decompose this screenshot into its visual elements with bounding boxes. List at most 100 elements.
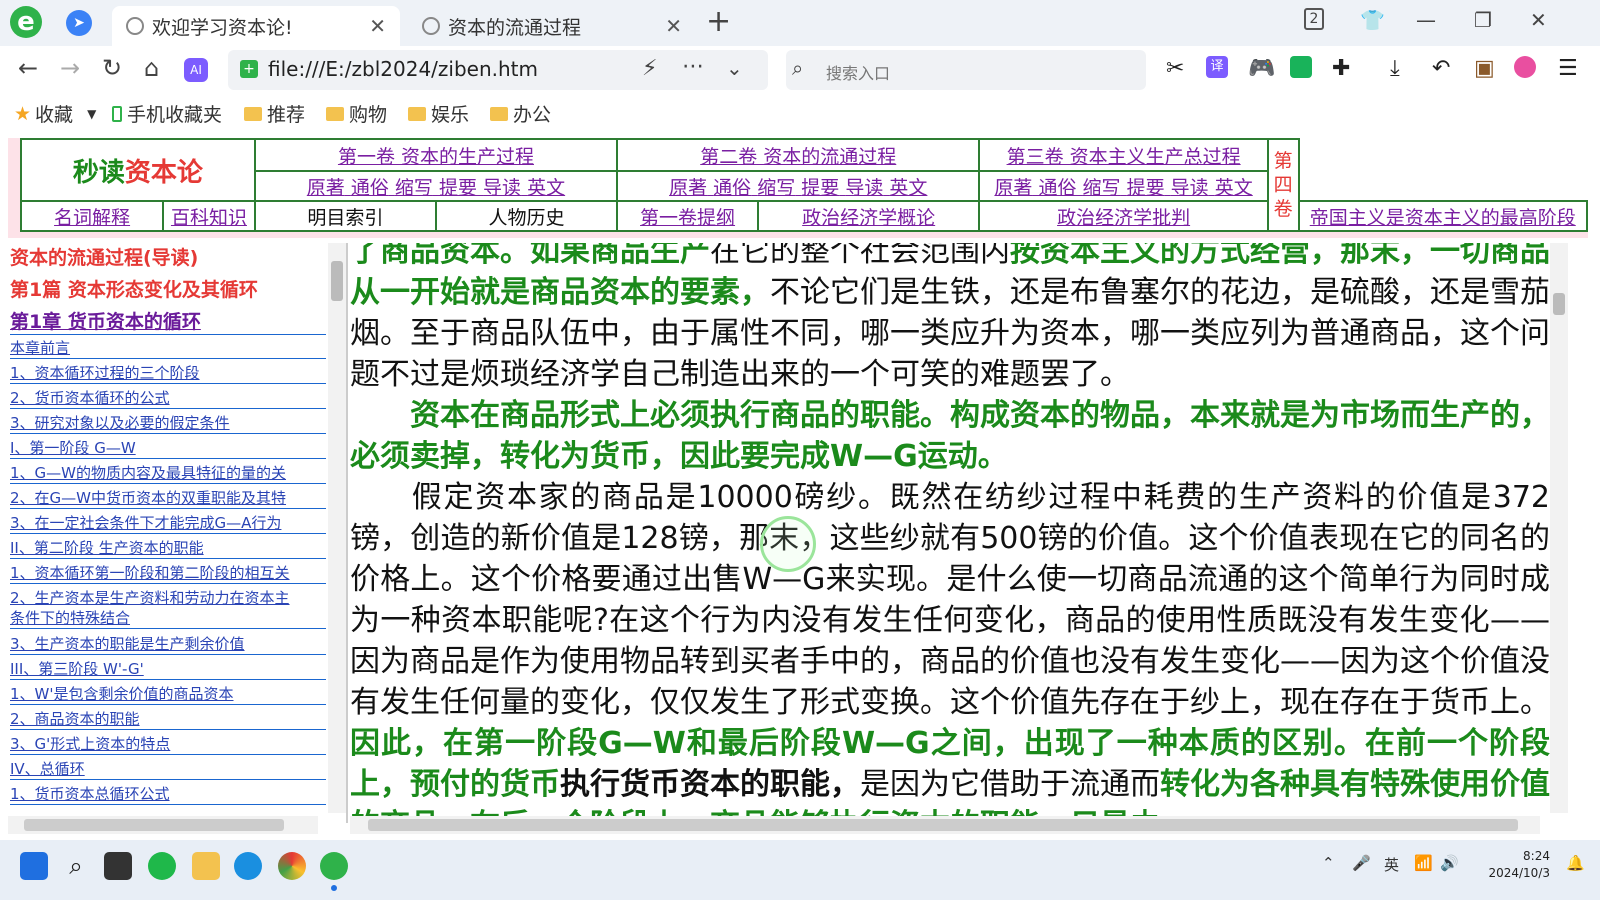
tab-welcome[interactable]: 欢迎学习资本论! ✕	[112, 6, 400, 46]
send-icon[interactable]: ➤	[66, 10, 92, 36]
link-vol2[interactable]: 第二卷 资本的流通过程	[616, 138, 981, 172]
sidebar-item[interactable]: II、第二阶段 生产资本的职能	[10, 537, 326, 559]
sidebar-item[interactable]: 1、货币资本总循环公式	[10, 783, 326, 805]
sidebar-item[interactable]: 1、资本循环第一阶段和第二阶段的相互关	[10, 562, 326, 584]
volume-icon[interactable]: 🔊	[1440, 854, 1459, 872]
sidebar-item[interactable]: 2、货币资本循环的公式	[10, 387, 326, 409]
sublink[interactable]: 原著	[307, 177, 345, 199]
link-imperialism[interactable]: 帝国主义是资本主义的最高阶段	[1297, 200, 1588, 232]
scroll-thumb[interactable]	[331, 261, 343, 301]
sidebar-chapter[interactable]: 第1章 货币资本的循环	[10, 307, 326, 335]
scroll-thumb[interactable]	[1553, 293, 1565, 315]
new-tab-button[interactable]: +	[706, 4, 731, 39]
task-view-icon[interactable]	[104, 852, 132, 880]
link-vol4[interactable]: 第四卷	[1266, 138, 1300, 232]
sidebar-item[interactable]: 2、商品资本的职能	[10, 708, 326, 730]
sublink[interactable]: 缩写	[1083, 177, 1121, 199]
notification-bell-icon[interactable]: 🔔	[1566, 854, 1585, 872]
toolbox-icon[interactable]: ▣	[1474, 56, 1495, 81]
sidebar-part[interactable]: 第1篇 资本形态变化及其循环	[10, 275, 326, 305]
bookmark-folder[interactable]: 推荐	[244, 100, 305, 127]
sidebar-item[interactable]: IV、总循环	[10, 758, 326, 780]
link-encyclopedia[interactable]: 百科知识	[162, 200, 256, 232]
chevron-down-icon[interactable]: ⌄	[726, 56, 743, 80]
sublink[interactable]: 导读	[483, 177, 521, 199]
scissors-icon[interactable]: ✂	[1166, 56, 1184, 81]
search-icon[interactable]: ⌕	[62, 852, 90, 880]
sidebar-item[interactable]: III、第三阶段 W'-G'	[10, 658, 326, 680]
app-icon[interactable]	[148, 852, 176, 880]
bookmark-favorites[interactable]: ★ 收藏 ▼	[14, 100, 96, 127]
minimize-button[interactable]: —	[1416, 8, 1436, 32]
sidebar-item[interactable]: 3、研究对象以及必要的假定条件	[10, 412, 326, 434]
clock[interactable]: 8:24 2024/10/3	[1488, 848, 1550, 882]
scroll-thumb[interactable]	[24, 819, 284, 831]
sidebar-item[interactable]: 2、生产资本是生产资料和劳动力在资本主	[10, 587, 326, 607]
link-vol3[interactable]: 第三卷 资本主义生产总过程	[978, 138, 1269, 172]
sublink[interactable]: 缩写	[757, 177, 795, 199]
tab-count-button[interactable]: 2	[1304, 8, 1324, 30]
sublink[interactable]: 通俗	[351, 177, 389, 199]
sidebar-item[interactable]: 3、生产资本的职能是生产剩余价值	[10, 633, 326, 655]
sublink[interactable]: 提要	[801, 177, 839, 199]
reader-icon[interactable]	[1290, 56, 1312, 78]
url-text[interactable]: file:///E:/zbl2024/ziben.htm	[268, 57, 538, 81]
sublink[interactable]: 缩写	[395, 177, 433, 199]
link-index[interactable]: 明目索引	[253, 200, 437, 232]
ime-indicator[interactable]: 英	[1384, 854, 1399, 875]
wifi-icon[interactable]: 📶	[1414, 854, 1433, 872]
forward-icon[interactable]: →	[60, 54, 80, 82]
close-tab-icon[interactable]: ✕	[369, 14, 386, 38]
sublink[interactable]: 英文	[889, 177, 927, 199]
link-pe-intro[interactable]: 政治经济学概论	[756, 200, 981, 232]
sidebar-item[interactable]: 2、在G—W中货币资本的双重职能及其特	[10, 487, 326, 509]
sidebar-scrollbar[interactable]	[328, 243, 346, 813]
sidebar-title[interactable]: 资本的流通过程(导读)	[10, 243, 326, 273]
link-people[interactable]: 人物历史	[434, 200, 619, 232]
bookmark-folder[interactable]: 办公	[490, 100, 551, 127]
sublink[interactable]: 提要	[1127, 177, 1165, 199]
sidebar-item[interactable]: 条件下的特殊结合	[10, 607, 326, 629]
account-icon[interactable]	[1514, 56, 1536, 78]
sidebar-item[interactable]: 1、资本循环过程的三个阶段	[10, 362, 326, 384]
sidebar-hscrollbar[interactable]	[8, 816, 318, 834]
tab-circulation[interactable]: 资本的流通过程 ✕	[408, 6, 696, 46]
scroll-thumb[interactable]	[368, 819, 1518, 831]
chevron-up-icon[interactable]: ⌃	[1322, 854, 1335, 872]
sidebar-item[interactable]: 3、在一定社会条件下才能完成G—A行为	[10, 512, 326, 534]
sublink[interactable]: 英文	[1215, 177, 1253, 199]
sublink[interactable]: 导读	[845, 177, 883, 199]
more-icon[interactable]: ⋯	[682, 54, 704, 79]
translate-icon[interactable]: 译	[1206, 56, 1228, 78]
sublink[interactable]: 英文	[527, 177, 565, 199]
caret-down-icon[interactable]: ▼	[87, 107, 96, 121]
sidebar-item[interactable]: 3、G'形式上资本的特点	[10, 733, 326, 755]
extensions-icon[interactable]: ✚	[1332, 56, 1350, 81]
ai-icon[interactable]: AI	[184, 58, 208, 82]
bookmark-folder[interactable]: 娱乐	[408, 100, 469, 127]
sidebar-item[interactable]: 本章前言	[10, 337, 326, 359]
bookmark-folder[interactable]: 购物	[326, 100, 387, 127]
sublink[interactable]: 导读	[1171, 177, 1209, 199]
bookmark-mobile[interactable]: 手机收藏夹	[112, 100, 222, 127]
link-glossary[interactable]: 名词解释	[19, 200, 165, 232]
close-tab-icon[interactable]: ✕	[665, 14, 682, 38]
back-icon[interactable]: ←	[18, 54, 38, 82]
browser-logo-icon[interactable]: e	[10, 6, 42, 38]
sublink[interactable]: 原著	[669, 177, 707, 199]
browser-taskbar-icon[interactable]	[320, 852, 348, 880]
file-explorer-icon[interactable]	[192, 852, 220, 880]
undo-icon[interactable]: ↶	[1432, 56, 1450, 81]
link-vol1[interactable]: 第一卷 资本的生产过程	[253, 138, 619, 172]
link-outline[interactable]: 第一卷提纲	[616, 200, 759, 232]
brand-logo[interactable]: 秒读资本论	[20, 138, 256, 202]
sublink[interactable]: 提要	[439, 177, 477, 199]
sublink[interactable]: 通俗	[1038, 177, 1076, 199]
content-hscrollbar[interactable]	[350, 816, 1540, 834]
windows-start-icon[interactable]	[20, 852, 48, 880]
skin-icon[interactable]: 👕	[1360, 8, 1385, 32]
chrome-icon[interactable]	[278, 852, 306, 880]
link-pe-critique[interactable]: 政治经济学批判	[978, 200, 1269, 232]
sidebar-item[interactable]: 1、G—W的物质内容及最具特征的量的关	[10, 462, 326, 484]
search-icon[interactable]: ⌕	[792, 56, 803, 80]
